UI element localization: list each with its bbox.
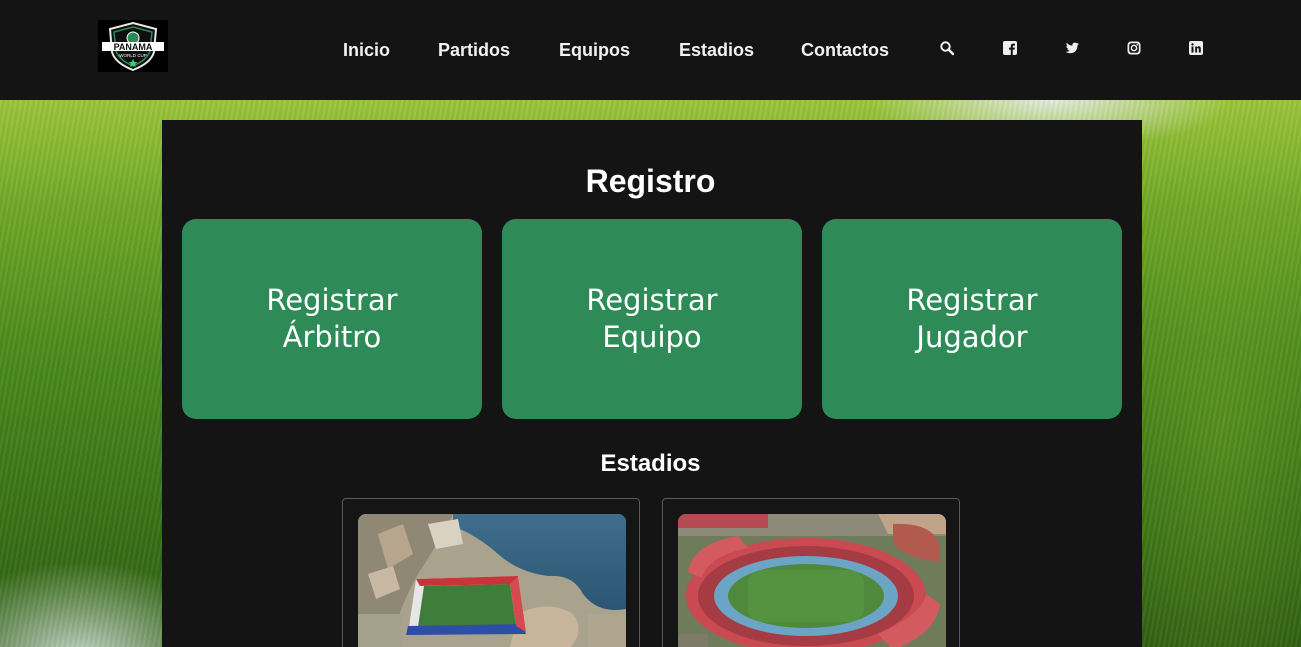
instagram-icon[interactable] — [1126, 40, 1142, 56]
svg-text:PANAMA: PANAMA — [114, 42, 153, 52]
linkedin-icon[interactable] — [1188, 40, 1204, 56]
search-icon[interactable] — [939, 40, 955, 56]
stadium-photo — [678, 514, 946, 647]
button-label-line2: Árbitro — [282, 320, 382, 354]
site-header: PANAMA WORLD CUP Inicio Partidos Equipos… — [0, 0, 1301, 100]
register-team-button[interactable]: Registrar Equipo — [502, 219, 802, 419]
nav-estadios[interactable]: Estadios — [679, 37, 754, 63]
nav-contactos[interactable]: Contactos — [801, 37, 889, 63]
nav-inicio[interactable]: Inicio — [343, 37, 390, 63]
stadium-card[interactable] — [342, 498, 640, 647]
svg-text:WORLD CUP: WORLD CUP — [119, 53, 147, 58]
twitter-icon[interactable] — [1064, 40, 1080, 56]
button-label-line2: Jugador — [916, 320, 1028, 354]
register-referee-button[interactable]: Registrar Árbitro — [182, 219, 482, 419]
stadium-card[interactable] — [662, 498, 960, 647]
facebook-icon[interactable] — [1002, 40, 1018, 56]
button-label-line1: Registrar — [906, 283, 1038, 317]
nav-equipos[interactable]: Equipos — [559, 37, 630, 63]
stadium-photo — [358, 514, 626, 647]
site-logo[interactable]: PANAMA WORLD CUP — [98, 20, 168, 72]
button-label-line2: Equipo — [602, 320, 702, 354]
button-label-line1: Registrar — [586, 283, 718, 317]
stadiums-heading: Estadios — [600, 450, 701, 477]
register-player-button[interactable]: Registrar Jugador — [822, 219, 1122, 419]
page-title: Registro — [585, 163, 716, 199]
button-label-line1: Registrar — [266, 283, 398, 317]
nav-partidos[interactable]: Partidos — [438, 37, 510, 63]
